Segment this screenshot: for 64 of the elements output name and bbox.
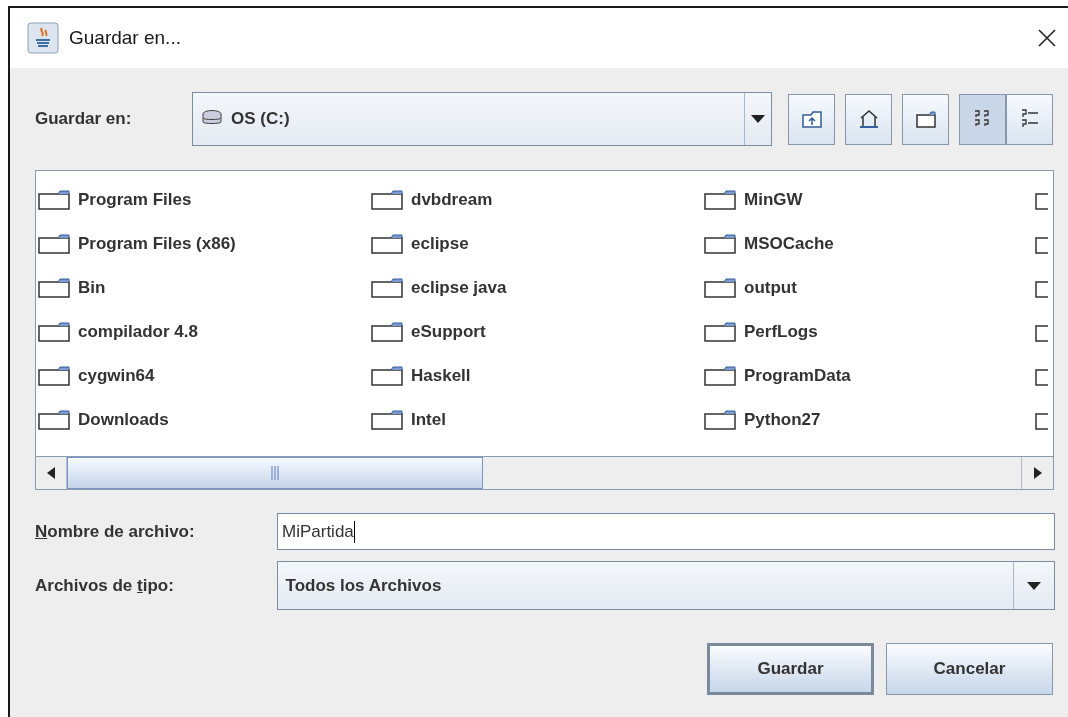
folder-icon bbox=[1035, 234, 1049, 254]
folder-button[interactable] bbox=[902, 93, 949, 145]
folder-icon bbox=[1035, 322, 1049, 342]
folder-name[interactable]: eclipse bbox=[411, 231, 469, 257]
file-name-field[interactable]: MiPartida bbox=[277, 513, 1055, 550]
folder-name[interactable]: Bin bbox=[78, 275, 106, 301]
folder-name[interactable]: MSOCache bbox=[744, 231, 834, 257]
file-type-dropdown[interactable]: Todos los Archivos bbox=[276, 561, 1055, 610]
folder-icon bbox=[704, 322, 736, 342]
folder-name[interactable]: Intel bbox=[411, 407, 446, 433]
java-cup-icon bbox=[27, 22, 59, 54]
folder-name[interactable]: Program Files bbox=[78, 187, 192, 213]
window-title: Guardar en... bbox=[69, 25, 181, 50]
scroll-right-icon[interactable] bbox=[1033, 467, 1042, 479]
folder-icon bbox=[704, 278, 736, 298]
folder-name[interactable]: ProgramData bbox=[744, 363, 851, 389]
details-view-button[interactable] bbox=[1006, 93, 1053, 145]
save-in-label: Guardar en: bbox=[35, 108, 133, 131]
folder-icon bbox=[38, 278, 70, 298]
folder-icon bbox=[1035, 410, 1049, 430]
caret-icon bbox=[1027, 581, 1041, 590]
folder-icon bbox=[371, 366, 403, 386]
caret-icon bbox=[751, 115, 765, 123]
folder-icon bbox=[38, 366, 70, 386]
folder-icon bbox=[38, 190, 70, 210]
close-icon[interactable] bbox=[1038, 29, 1056, 47]
folder-icon bbox=[704, 190, 736, 210]
folder-name[interactable]: eSupport bbox=[411, 319, 486, 345]
folder-name[interactable]: output bbox=[744, 275, 797, 301]
folder-icon bbox=[38, 410, 70, 430]
folder-up-button[interactable] bbox=[788, 93, 835, 145]
home-button[interactable] bbox=[845, 93, 892, 145]
folder-name[interactable]: dvbdream bbox=[411, 187, 493, 213]
cancel-button[interactable]: Cancelar bbox=[886, 643, 1053, 695]
file-name-label: Nombre de archivo: bbox=[35, 520, 196, 543]
folder-icon bbox=[38, 322, 70, 342]
folder-icon bbox=[1035, 366, 1049, 386]
save-in-dropdown[interactable]: OS (C:) bbox=[192, 92, 772, 146]
folder-name[interactable]: PerfLogs bbox=[744, 319, 818, 345]
folder-name[interactable]: Program Files (x86) bbox=[78, 231, 236, 257]
folder-name[interactable]: Python27 bbox=[744, 407, 821, 433]
folder-icon bbox=[704, 410, 736, 430]
scroll-left-icon[interactable] bbox=[47, 467, 55, 479]
folder-name[interactable]: compilador 4.8 bbox=[78, 319, 198, 345]
folder-icon bbox=[371, 322, 403, 342]
folder-icon bbox=[371, 190, 403, 210]
folder-name[interactable]: Downloads bbox=[78, 407, 169, 433]
folder-icon bbox=[1035, 190, 1049, 210]
folder-name[interactable]: Haskell bbox=[411, 363, 471, 389]
save-button[interactable]: Guardar bbox=[707, 643, 874, 695]
folder-icon bbox=[371, 234, 403, 254]
folder-icon bbox=[704, 234, 736, 254]
list-view-button[interactable] bbox=[959, 93, 1006, 145]
folder-icon bbox=[371, 278, 403, 298]
folder-icon bbox=[371, 410, 403, 430]
scrollbar-thumb[interactable] bbox=[67, 457, 483, 489]
folder-icon bbox=[704, 366, 736, 386]
folder-name[interactable]: eclipse java bbox=[411, 275, 507, 301]
horizontal-scrollbar[interactable] bbox=[36, 456, 1053, 489]
folder-icon bbox=[38, 234, 70, 254]
folder-icon bbox=[1035, 278, 1049, 298]
folder-name[interactable]: cygwin64 bbox=[78, 363, 155, 389]
folder-name[interactable]: MinGW bbox=[744, 187, 803, 213]
file-type-label: Archivos de tipo: bbox=[35, 574, 175, 597]
